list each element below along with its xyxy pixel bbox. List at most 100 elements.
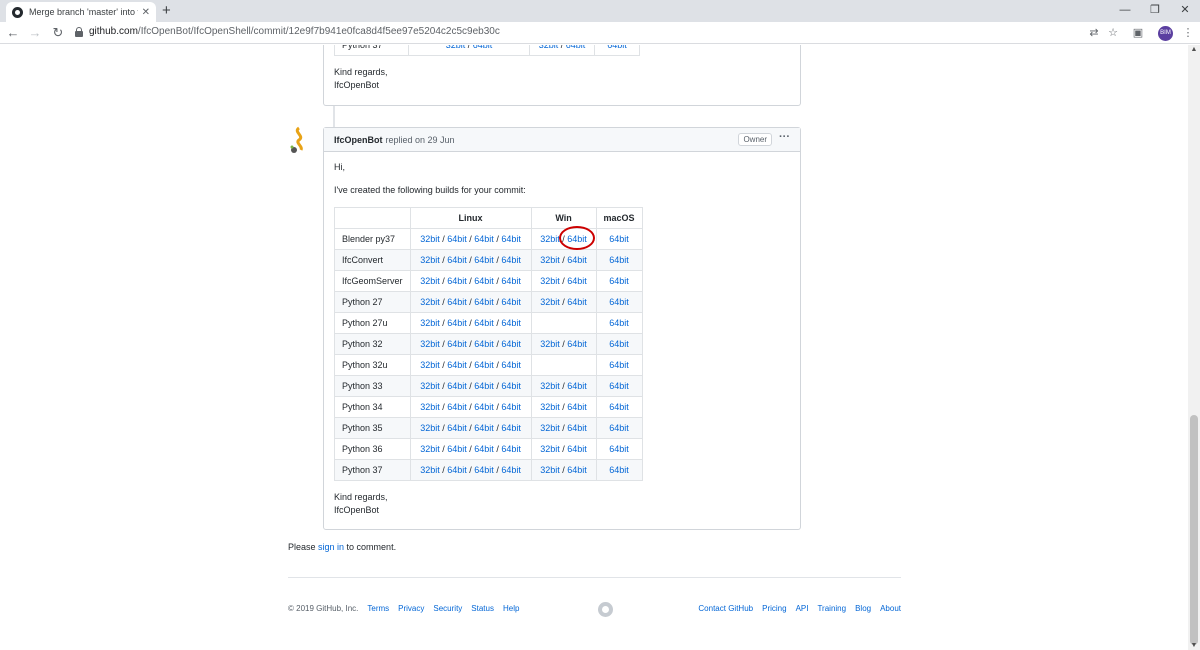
build-link[interactable]: 32bit [420,234,440,244]
bookmark-star-icon[interactable]: ☆ [1105,25,1121,41]
build-link[interactable]: 32bit [420,444,440,454]
translate-icon[interactable]: ⇄ [1086,25,1102,41]
profile-avatar[interactable]: BIM [1158,26,1173,41]
build-link[interactable]: 64bit [501,234,521,244]
build-link[interactable]: 32bit [420,255,440,265]
scroll-down-icon[interactable]: ▼ [1188,642,1200,649]
build-link[interactable]: 64bit [473,45,493,50]
build-link[interactable]: 64bit [447,423,467,433]
build-link[interactable]: 64bit [474,381,494,391]
menu-icon[interactable]: ⋮ [1180,25,1196,41]
build-link[interactable]: 64bit [447,297,467,307]
build-link[interactable]: 64bit [609,276,629,286]
footer-link-about[interactable]: About [880,604,901,613]
build-link[interactable]: 64bit [447,381,467,391]
more-options-icon[interactable]: ··· [779,131,790,143]
page-scrollbar[interactable]: ▲ ▼ [1188,45,1200,650]
build-link[interactable]: 32bit [539,45,559,50]
build-link[interactable]: 32bit [540,297,560,307]
build-link[interactable]: 64bit [501,444,521,454]
build-link[interactable]: 64bit [609,402,629,412]
footer-link-terms[interactable]: Terms [367,604,389,613]
build-link[interactable]: 32bit [420,381,440,391]
build-link[interactable]: 32bit [540,339,560,349]
tab-close-icon[interactable]: ✕ [142,7,150,18]
build-link[interactable]: 64bit [567,276,587,286]
scroll-up-icon[interactable]: ▲ [1188,46,1200,53]
build-link[interactable]: 64bit [447,444,467,454]
build-link[interactable]: 64bit [501,465,521,475]
footer-link-help[interactable]: Help [503,604,519,613]
build-link[interactable]: 64bit [609,444,629,454]
build-link[interactable]: 64bit [474,234,494,244]
build-link[interactable]: 64bit [474,318,494,328]
browser-tab[interactable]: Merge branch 'master' into v0.6. ✕ [6,2,156,22]
build-link[interactable]: 64bit [474,339,494,349]
build-link[interactable]: 32bit [420,402,440,412]
build-link[interactable]: 64bit [474,360,494,370]
build-link[interactable]: 64bit [474,255,494,265]
build-link[interactable]: 32bit [540,276,560,286]
build-link[interactable]: 64bit [609,381,629,391]
build-link[interactable]: 64bit [501,339,521,349]
build-link[interactable]: 64bit [567,297,587,307]
build-link[interactable]: 64bit [447,276,467,286]
build-link[interactable]: 64bit [501,297,521,307]
footer-link-contact-github[interactable]: Contact GitHub [698,604,753,613]
build-link[interactable]: 32bit [540,465,560,475]
build-link[interactable]: 32bit [420,339,440,349]
build-link[interactable]: 32bit [540,255,560,265]
build-link[interactable]: 64bit [474,402,494,412]
build-link[interactable]: 32bit [540,444,560,454]
footer-link-training[interactable]: Training [817,604,846,613]
build-link[interactable]: 64bit [447,465,467,475]
build-link[interactable]: 64bit [567,402,587,412]
build-link[interactable]: 32bit [420,318,440,328]
build-link[interactable]: 64bit [474,444,494,454]
scrollbar-thumb[interactable] [1190,415,1198,645]
build-link[interactable]: 64bit [609,360,629,370]
build-link[interactable]: 64bit [447,318,467,328]
build-link[interactable]: 64bit [501,381,521,391]
build-link[interactable]: 64bit [501,402,521,412]
build-link[interactable]: 64bit [609,297,629,307]
build-link[interactable]: 64bit [567,234,587,244]
address-bar[interactable]: github.com/IfcOpenBot/IfcOpenShell/commi… [89,26,500,37]
build-link[interactable]: 64bit [447,234,467,244]
signin-link[interactable]: sign in [318,542,344,552]
minimize-icon[interactable]: — [1110,1,1140,19]
reload-icon[interactable]: ↻ [49,24,67,42]
footer-link-blog[interactable]: Blog [855,604,871,613]
build-link[interactable]: 64bit [474,465,494,475]
window-close-icon[interactable]: ✕ [1170,1,1200,19]
build-link[interactable]: 64bit [447,255,467,265]
build-link[interactable]: 64bit [501,255,521,265]
build-link[interactable]: 64bit [474,276,494,286]
footer-link-pricing[interactable]: Pricing [762,604,786,613]
build-link[interactable]: 64bit [474,423,494,433]
build-link[interactable]: 32bit [420,276,440,286]
restore-icon[interactable]: ❐ [1140,1,1170,19]
build-link[interactable]: 64bit [567,444,587,454]
footer-link-privacy[interactable]: Privacy [398,604,424,613]
build-link[interactable]: 64bit [567,465,587,475]
build-link[interactable]: 64bit [567,255,587,265]
build-link[interactable]: 64bit [609,234,629,244]
build-link[interactable]: 64bit [567,381,587,391]
build-link[interactable]: 64bit [609,318,629,328]
build-link[interactable]: 64bit [607,45,627,50]
forward-icon[interactable]: → [26,24,44,42]
build-link[interactable]: 64bit [566,45,586,50]
build-link[interactable]: 64bit [501,276,521,286]
back-icon[interactable]: ← [4,24,22,42]
footer-link-api[interactable]: API [796,604,809,613]
build-link[interactable]: 64bit [609,423,629,433]
build-link[interactable]: 32bit [446,45,466,50]
footer-link-status[interactable]: Status [471,604,494,613]
build-link[interactable]: 32bit [540,234,560,244]
ifcopenbot-avatar[interactable] [289,126,313,154]
build-link[interactable]: 32bit [540,381,560,391]
build-link[interactable]: 64bit [447,339,467,349]
new-tab-icon[interactable]: + [162,2,171,20]
build-link[interactable]: 64bit [474,297,494,307]
